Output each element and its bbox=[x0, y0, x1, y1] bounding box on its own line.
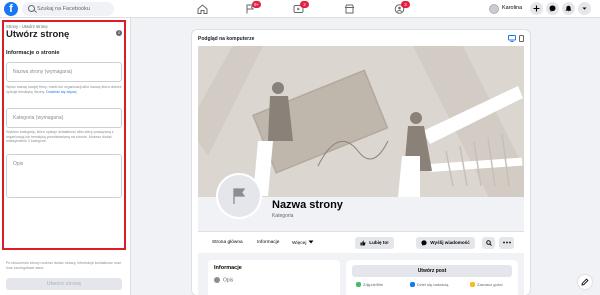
send-message-button[interactable]: Wyślij wiadomość bbox=[416, 237, 475, 249]
tab-more-label: Więcej bbox=[292, 241, 307, 246]
tab-home[interactable]: Strona główna bbox=[212, 240, 243, 245]
send-message-label: Wyślij wiadomość bbox=[430, 240, 470, 245]
account-menu-button[interactable] bbox=[578, 2, 591, 15]
photo-icon bbox=[356, 282, 361, 288]
desktop-icon[interactable] bbox=[508, 35, 516, 42]
messenger-icon bbox=[421, 240, 427, 246]
category-help: Wybierz kategorię, która opisuje działal… bbox=[6, 130, 114, 144]
preview-page-name: Nazwa strony bbox=[272, 199, 343, 211]
nav-groups[interactable]: 3 bbox=[386, 1, 412, 16]
post-option-tag[interactable]: Zaznacz gości bbox=[470, 282, 503, 288]
learn-more-link[interactable]: Dowiedz się więcej bbox=[46, 90, 76, 94]
category-field[interactable] bbox=[6, 108, 122, 128]
profile-button[interactable]: Karolina bbox=[487, 2, 529, 16]
preview-label: Podgląd na komputerze bbox=[198, 36, 255, 42]
category-input[interactable] bbox=[7, 109, 121, 127]
create-page-button[interactable]: Utwórz stronę bbox=[6, 278, 122, 290]
notifications-button[interactable] bbox=[562, 2, 575, 15]
thumbs-up-icon bbox=[360, 240, 366, 246]
nav-home[interactable] bbox=[189, 2, 215, 16]
page-name-help: Wpisz nazwę swojej firmy, marki lub orga… bbox=[6, 85, 122, 94]
section-title: Informacje o stronie bbox=[6, 50, 60, 56]
description-field[interactable] bbox=[6, 154, 122, 198]
messenger-icon bbox=[549, 5, 556, 12]
like-button[interactable]: Lubię to! bbox=[355, 237, 394, 249]
description-textarea[interactable] bbox=[7, 155, 121, 197]
post-option-feeling[interactable]: Dziel się radością bbox=[410, 282, 449, 288]
search-page-button[interactable] bbox=[482, 237, 495, 249]
marketplace-icon bbox=[344, 4, 355, 14]
edit-icon bbox=[581, 278, 589, 286]
tab-more[interactable]: Więcej bbox=[292, 240, 314, 246]
info-icon bbox=[214, 277, 220, 283]
page-name-field[interactable] bbox=[6, 62, 122, 82]
info-icon[interactable]: i bbox=[116, 30, 122, 36]
messenger-button[interactable] bbox=[546, 2, 559, 15]
mobile-icon[interactable] bbox=[519, 35, 524, 42]
post-option-tag-label: Zaznacz gości bbox=[477, 282, 503, 287]
nav-watch[interactable]: 2 bbox=[285, 1, 311, 16]
search-icon bbox=[28, 5, 35, 12]
more-options-button[interactable] bbox=[499, 237, 514, 249]
plus-icon bbox=[533, 5, 540, 12]
top-navigation-bar: f 9+ 2 3 Karolina bbox=[0, 0, 600, 18]
page-title: Utwórz stronę bbox=[6, 29, 70, 40]
bell-icon bbox=[565, 5, 572, 12]
post-option-photo[interactable]: Zdjęcie/film bbox=[356, 282, 384, 288]
new-message-button[interactable] bbox=[578, 275, 592, 289]
nav-pages[interactable]: 9+ bbox=[237, 1, 263, 16]
post-option-photo-label: Zdjęcie/film bbox=[363, 282, 384, 287]
info-card: Informacje Opis bbox=[208, 260, 340, 295]
create-post-card: Utwórz post Zdjęcie/film Dziel się radoś… bbox=[346, 260, 518, 295]
profile-picture bbox=[216, 173, 262, 219]
profile-name: Karolina bbox=[502, 5, 523, 11]
footnote: Po utworzeniu strony możesz dodać obrazy… bbox=[6, 261, 121, 270]
home-icon bbox=[197, 4, 208, 14]
page-preview: Nazwa strony Kategoria Strona główna Inf… bbox=[198, 46, 524, 295]
nav-marketplace[interactable] bbox=[336, 2, 362, 16]
info-card-title: Informacje bbox=[214, 265, 242, 271]
facebook-logo[interactable]: f bbox=[4, 2, 18, 16]
more-icon bbox=[502, 241, 511, 244]
search-bar[interactable] bbox=[22, 2, 114, 16]
create-post-button[interactable]: Utwórz post bbox=[352, 265, 512, 277]
flag-icon bbox=[233, 188, 246, 204]
info-row-label: Opis bbox=[223, 277, 234, 284]
caret-down-icon bbox=[308, 240, 314, 244]
post-option-feeling-label: Dziel się radością bbox=[417, 282, 449, 287]
desktop-preview-card: Podgląd na komputerze Nazwa strony Kateg… bbox=[192, 30, 530, 295]
preview-category: Kategoria bbox=[272, 213, 294, 219]
tab-about[interactable]: Informacje bbox=[257, 240, 279, 245]
page-name-input[interactable] bbox=[7, 63, 121, 81]
notification-badge: 2 bbox=[300, 1, 309, 8]
page-tabs-bar: Strona główna Informacje Więcej Lubię to… bbox=[198, 231, 524, 253]
search-input[interactable] bbox=[37, 3, 111, 15]
search-icon bbox=[485, 240, 492, 246]
feeling-icon bbox=[410, 282, 415, 288]
tag-icon bbox=[470, 282, 475, 288]
caret-down-icon bbox=[582, 7, 587, 10]
notification-badge: 9+ bbox=[252, 1, 262, 8]
like-button-label: Lubię to! bbox=[369, 240, 389, 245]
notification-badge: 3 bbox=[401, 1, 410, 8]
info-row: Opis bbox=[214, 277, 233, 283]
avatar bbox=[489, 4, 499, 14]
create-menu-button[interactable] bbox=[530, 2, 543, 15]
